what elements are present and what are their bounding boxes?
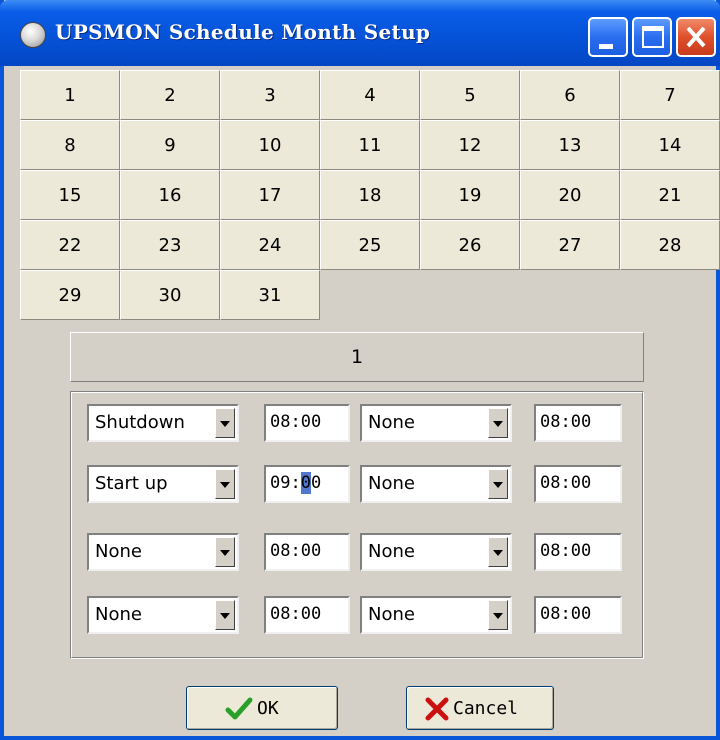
day-button-23[interactable]: 23: [120, 220, 220, 270]
time1-field[interactable]: 08:00: [264, 533, 350, 571]
time1-field[interactable]: 09:00: [264, 465, 350, 503]
day-button-25[interactable]: 25: [320, 220, 420, 270]
action2-select[interactable]: None: [360, 404, 512, 442]
minimize-button[interactable]: [588, 17, 628, 57]
selected-day-label: 1: [70, 332, 644, 382]
time2-field-value: 08:00: [540, 541, 592, 561]
dropdown-arrow-icon[interactable]: [215, 469, 235, 499]
window-title: UPSMON Schedule Month Setup: [55, 20, 431, 44]
day-button-18[interactable]: 18: [320, 170, 420, 220]
day-button-9[interactable]: 9: [120, 120, 220, 170]
action2-select[interactable]: None: [360, 596, 512, 634]
action1-select[interactable]: Start up: [87, 465, 239, 503]
day-button-2[interactable]: 2: [120, 70, 220, 120]
action2-select-value: None: [368, 412, 415, 433]
action1-select[interactable]: None: [87, 533, 239, 571]
day-button-7[interactable]: 7: [620, 70, 720, 120]
app-clock-icon: [20, 22, 46, 48]
action1-select-value: None: [95, 541, 142, 562]
action2-select-value: None: [368, 604, 415, 625]
time2-field[interactable]: 08:00: [534, 465, 622, 503]
action2-select[interactable]: None: [360, 465, 512, 503]
ok-button[interactable]: OK: [186, 686, 338, 730]
action2-select-value: None: [368, 473, 415, 494]
dropdown-arrow-icon[interactable]: [488, 408, 508, 438]
day-button-11[interactable]: 11: [320, 120, 420, 170]
day-button-13[interactable]: 13: [520, 120, 620, 170]
maximize-button[interactable]: [632, 17, 672, 57]
day-button-14[interactable]: 14: [620, 120, 720, 170]
day-button-21[interactable]: 21: [620, 170, 720, 220]
dropdown-arrow-icon[interactable]: [488, 537, 508, 567]
day-button-4[interactable]: 4: [320, 70, 420, 120]
day-button-22[interactable]: 22: [20, 220, 120, 270]
day-button-15[interactable]: 15: [20, 170, 120, 220]
action1-select-value: Shutdown: [95, 412, 185, 433]
time1-field-value: 08:00: [270, 604, 322, 624]
day-button-28[interactable]: 28: [620, 220, 720, 270]
red-x-icon: [425, 697, 449, 721]
action1-select[interactable]: Shutdown: [87, 404, 239, 442]
day-button-29[interactable]: 29: [20, 270, 120, 320]
day-button-27[interactable]: 27: [520, 220, 620, 270]
day-button-31[interactable]: 31: [220, 270, 320, 320]
cancel-button[interactable]: Cancel: [406, 686, 554, 730]
day-button-24[interactable]: 24: [220, 220, 320, 270]
maximize-icon: [642, 26, 664, 48]
time1-field[interactable]: 08:00: [264, 404, 350, 442]
close-icon: [686, 26, 706, 48]
dropdown-arrow-icon[interactable]: [215, 600, 235, 630]
title-bar[interactable]: UPSMON Schedule Month Setup: [0, 0, 720, 66]
day-button-5[interactable]: 5: [420, 70, 520, 120]
day-button-19[interactable]: 19: [420, 170, 520, 220]
time1-field-value: 09:00: [270, 473, 322, 493]
cancel-label: Cancel: [453, 698, 519, 719]
action1-select-value: Start up: [95, 473, 168, 494]
dropdown-arrow-icon[interactable]: [488, 469, 508, 499]
day-grid: 1 2 3 4 5 6 7 8 9 10 11 12 13 14 15 16 17 18 19 20 21 22 23 24 2…: [20, 70, 720, 320]
day-button-6[interactable]: 6: [520, 70, 620, 120]
day-button-3[interactable]: 3: [220, 70, 320, 120]
day-button-17[interactable]: 17: [220, 170, 320, 220]
action1-select[interactable]: None: [87, 596, 239, 634]
day-button-26[interactable]: 26: [420, 220, 520, 270]
time2-field-value: 08:00: [540, 412, 592, 432]
day-button-1[interactable]: 1: [20, 70, 120, 120]
time2-field-value: 08:00: [540, 604, 592, 624]
time2-field-value: 08:00: [540, 473, 592, 493]
action2-select-value: None: [368, 541, 415, 562]
dropdown-arrow-icon[interactable]: [215, 408, 235, 438]
day-button-8[interactable]: 8: [20, 120, 120, 170]
time2-field[interactable]: 08:00: [534, 404, 622, 442]
day-button-20[interactable]: 20: [520, 170, 620, 220]
action1-select-value: None: [95, 604, 142, 625]
checkmark-icon: [225, 697, 253, 720]
dropdown-arrow-icon[interactable]: [215, 537, 235, 567]
time1-field[interactable]: 08:00: [264, 596, 350, 634]
time1-field-value: 08:00: [270, 541, 322, 561]
time1-field-value: 08:00: [270, 412, 322, 432]
close-button[interactable]: [676, 17, 716, 57]
minimize-icon: [599, 44, 613, 49]
day-button-12[interactable]: 12: [420, 120, 520, 170]
day-button-10[interactable]: 10: [220, 120, 320, 170]
day-button-16[interactable]: 16: [120, 170, 220, 220]
time2-field[interactable]: 08:00: [534, 533, 622, 571]
time2-field[interactable]: 08:00: [534, 596, 622, 634]
dropdown-arrow-icon[interactable]: [488, 600, 508, 630]
dialog-window: UPSMON Schedule Month Setup 1 2 3 4 5 6 7 8 9 10 1…: [0, 0, 720, 740]
schedule-panel: Shutdown 08:00 None 08:00 Start up 09:00 None 0…: [70, 391, 644, 659]
day-button-30[interactable]: 30: [120, 270, 220, 320]
action2-select[interactable]: None: [360, 533, 512, 571]
ok-label: OK: [257, 698, 279, 719]
